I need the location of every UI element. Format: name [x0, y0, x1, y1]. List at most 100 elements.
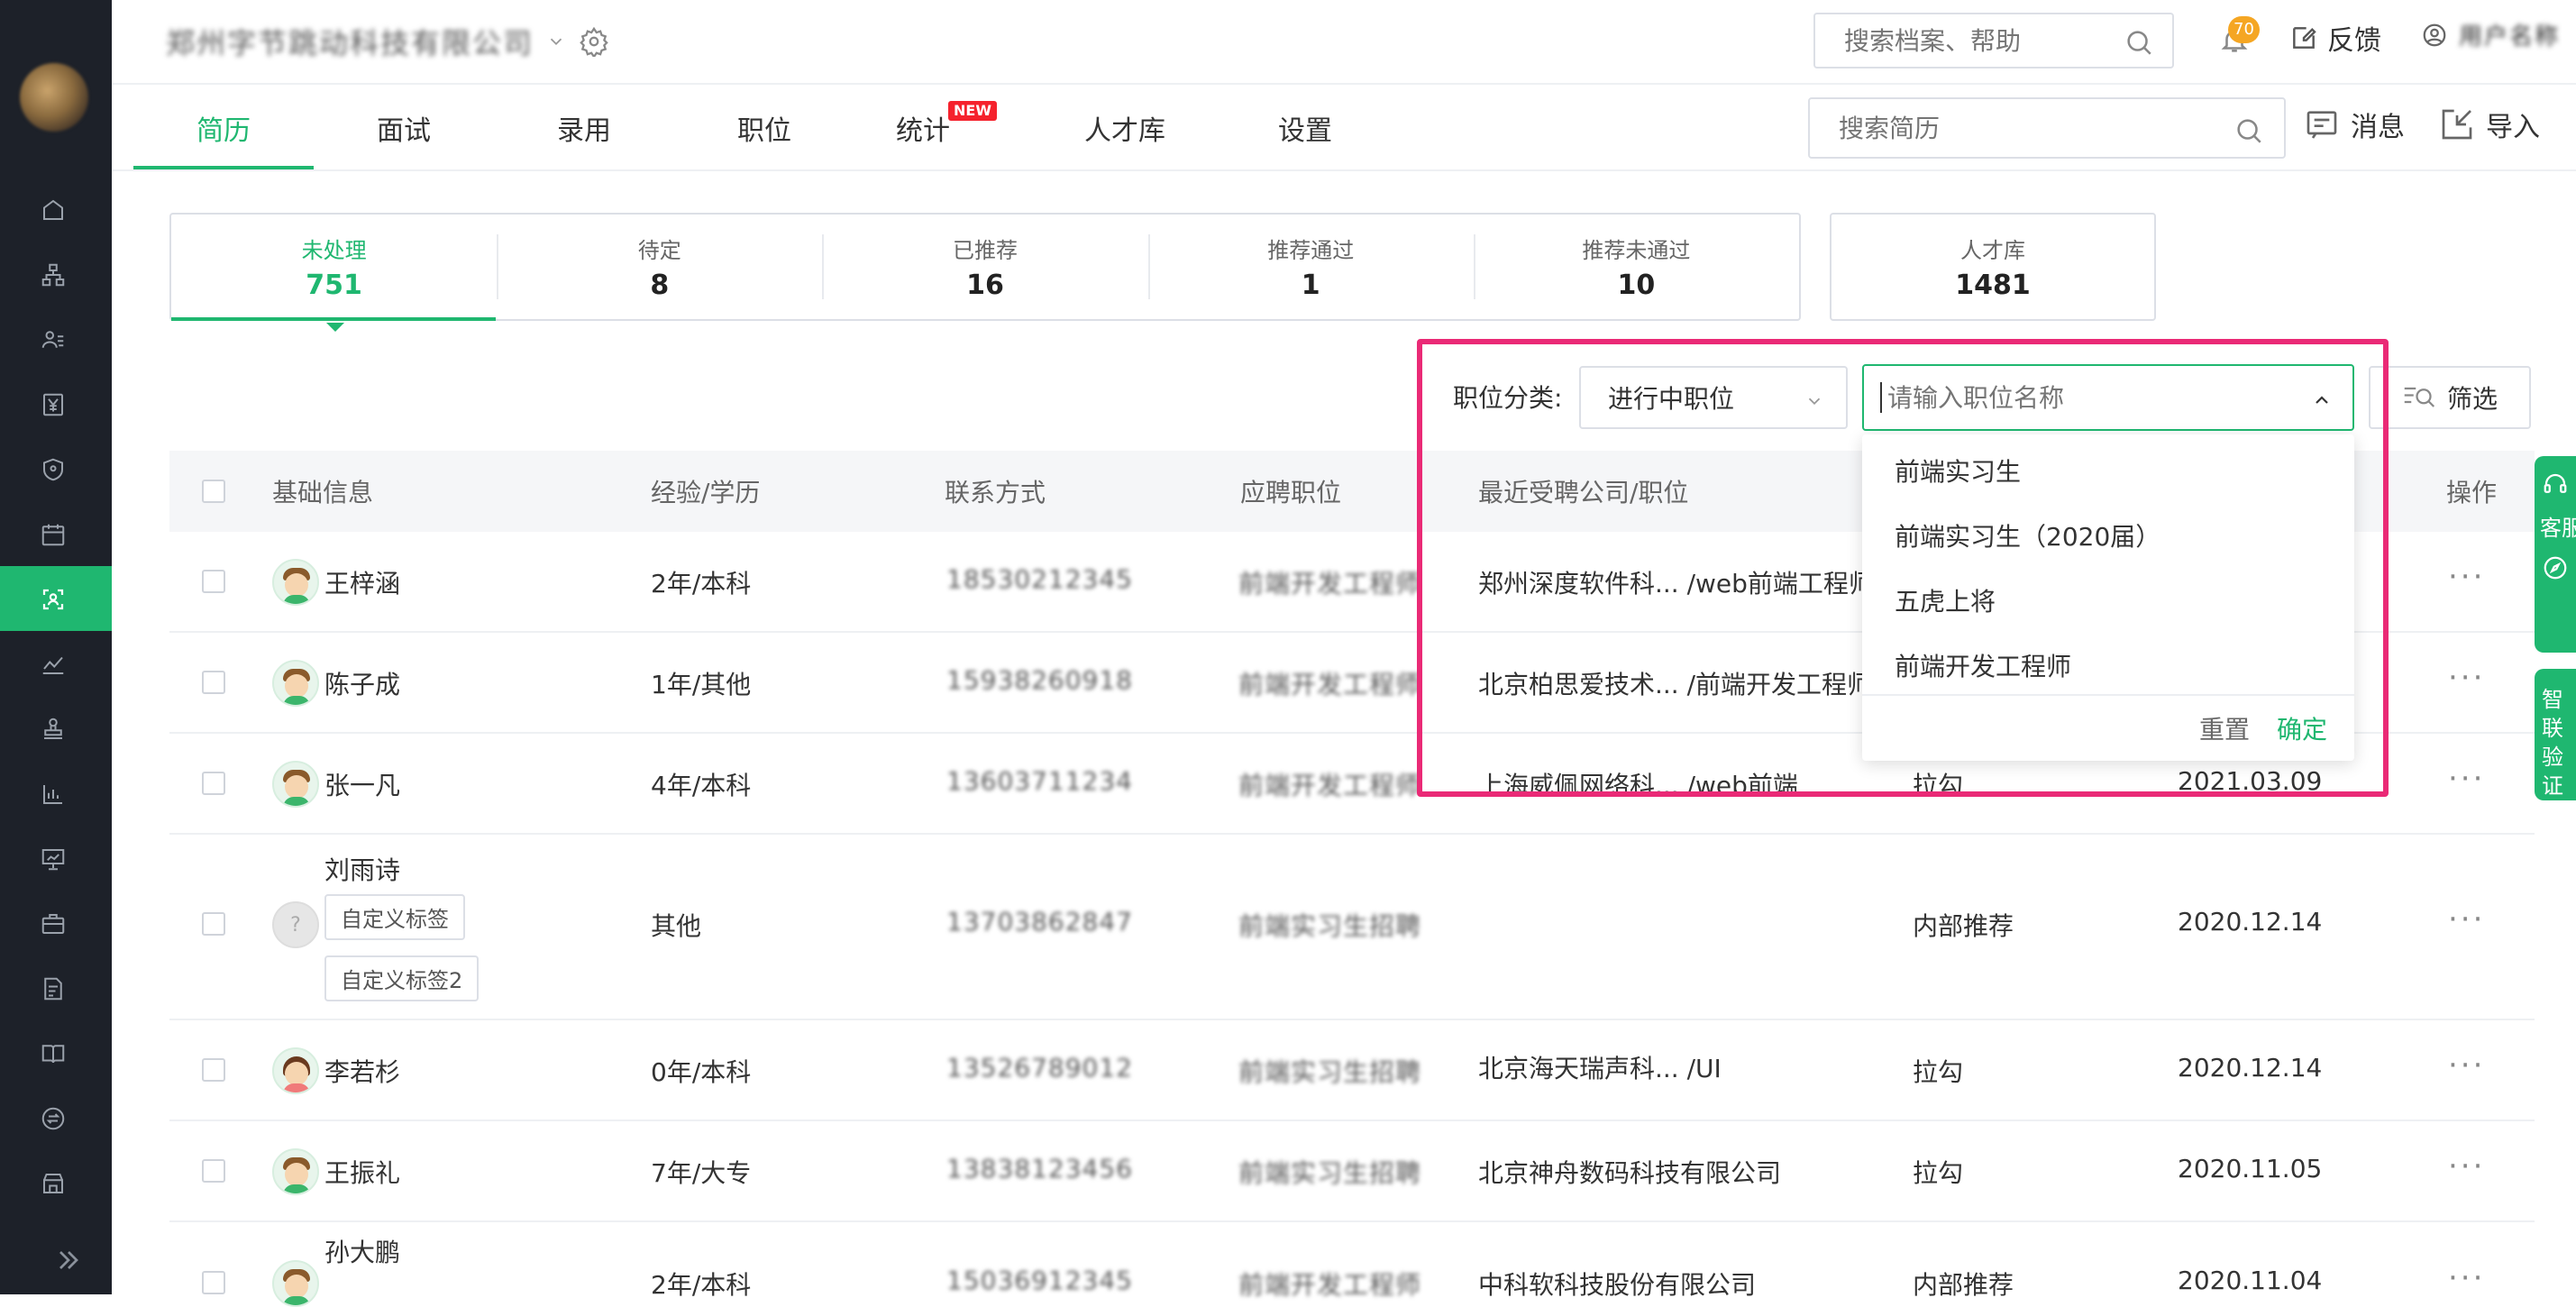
row-checkbox[interactable] — [202, 912, 225, 936]
stat-recommended[interactable]: 已推荐 16 — [822, 215, 1147, 319]
tab-statistics[interactable]: 统计 — [833, 85, 1013, 171]
global-search-field[interactable] — [1813, 13, 2174, 69]
stat-unprocessed[interactable]: 未处理 751 — [171, 215, 497, 332]
messages-button[interactable]: 消息 — [2304, 105, 2405, 144]
apply-date: 2021.03.09 — [2178, 766, 2323, 796]
global-search-input[interactable] — [1842, 24, 2113, 57]
store-icon[interactable] — [36, 1166, 70, 1201]
job-name-field[interactable] — [1862, 364, 2354, 431]
candidate-name[interactable]: 刘雨诗 — [324, 851, 400, 887]
resume-search-input[interactable] — [1837, 112, 2215, 144]
more-actions-button[interactable]: ··· — [2448, 1047, 2485, 1083]
home-icon[interactable] — [36, 193, 70, 227]
presentation-icon[interactable] — [36, 842, 70, 876]
custom-tag[interactable]: 自定义标签 — [324, 894, 465, 940]
table-row[interactable]: 李若杉 0年/本科 13526789012 前端实习生招聘 北京海天瑞声科...… — [169, 1020, 2535, 1121]
search-icon[interactable] — [2233, 115, 2264, 146]
tab-hire[interactable]: 录用 — [494, 85, 674, 171]
tab-positions[interactable]: 职位 — [674, 85, 854, 171]
import-button[interactable]: 导入 — [2439, 105, 2540, 144]
active-stat-indicator — [171, 317, 496, 321]
stat-pending[interactable]: 待定 8 — [497, 215, 822, 319]
exchange-icon[interactable] — [36, 1101, 70, 1136]
dropdown-option[interactable]: 前端实习生（2020届） — [1862, 503, 2354, 568]
job-name-input[interactable] — [1886, 381, 2282, 414]
more-actions-button[interactable]: ··· — [2448, 901, 2485, 937]
yen-icon[interactable] — [36, 388, 70, 422]
resume-search-field[interactable] — [1808, 97, 2286, 159]
active-stat-caret — [326, 323, 344, 332]
row-checkbox[interactable] — [202, 1159, 225, 1183]
dropdown-option[interactable]: 前端开发工程师 — [1862, 633, 2354, 698]
feedback-button[interactable]: 反馈 — [2289, 18, 2381, 58]
stat-recommend-passed[interactable]: 推荐通过 1 — [1147, 215, 1474, 319]
bar-chart-icon[interactable] — [36, 777, 70, 811]
tab-settings[interactable]: 设置 — [1215, 85, 1395, 171]
more-actions-button[interactable]: ··· — [2448, 1148, 2485, 1184]
position-category-select[interactable]: 进行中职位 — [1579, 366, 1848, 429]
candidate-name[interactable]: 王振礼 — [324, 1154, 400, 1190]
company-logo[interactable] — [20, 63, 88, 132]
expand-sidebar-icon[interactable] — [52, 1244, 85, 1276]
users-icon[interactable] — [36, 323, 70, 357]
chevron-down-icon — [1808, 398, 1821, 406]
applied-position: 前端开发工程师 — [1238, 771, 1422, 800]
compass-icon[interactable] — [2542, 554, 2569, 581]
gear-icon[interactable] — [579, 26, 609, 57]
phone: 18530212345 — [946, 564, 1133, 594]
smart-verify-widget[interactable]: 智联验证 — [2535, 669, 2576, 800]
customer-service-widget[interactable]: 客服 — [2535, 456, 2576, 653]
chevron-up-icon[interactable] — [2311, 389, 2333, 411]
row-checkbox[interactable] — [202, 1271, 225, 1294]
stat-recommend-failed[interactable]: 推荐未通过 10 — [1473, 215, 1799, 319]
source-channel: 内部推荐 — [1913, 1270, 2014, 1300]
candidate-name[interactable]: 李若杉 — [324, 1053, 400, 1089]
job-name-dropdown: 前端实习生 前端实习生（2020届） 五虎上将 前端开发工程师 重置 确定 — [1862, 434, 2354, 761]
recent-company: 中科软科技股份有限公司 — [1478, 1270, 1757, 1300]
row-checkbox[interactable] — [202, 1058, 225, 1082]
candidate-name[interactable]: 陈子成 — [324, 665, 400, 701]
briefcase-icon[interactable] — [36, 907, 70, 941]
company-switcher[interactable]: 郑州字节跳动科技有限公司 — [166, 22, 609, 61]
custom-tag[interactable]: 自定义标签2 — [324, 955, 480, 1001]
reset-button[interactable]: 重置 — [2199, 710, 2250, 746]
report-icon[interactable] — [36, 972, 70, 1006]
dropdown-option[interactable]: 五虎上将 — [1862, 568, 2354, 633]
select-all-checkbox[interactable] — [202, 480, 225, 503]
filter-button[interactable]: 筛选 — [2369, 366, 2531, 429]
more-actions-button[interactable]: ··· — [2448, 559, 2485, 595]
tab-talent-pool[interactable]: 人才库 — [1035, 85, 1215, 171]
user-menu[interactable]: 用户名称 — [2421, 18, 2560, 51]
candidate-name[interactable]: 张一凡 — [324, 766, 400, 802]
table-row[interactable]: 孙大鹏 2年/本科 15036912345 前端开发工程师 中科软科技股份有限公… — [169, 1222, 2535, 1307]
tab-resume[interactable]: 简历 — [133, 85, 314, 171]
confirm-button[interactable]: 确定 — [2277, 710, 2327, 746]
avatar — [272, 559, 319, 606]
filter-search-icon — [2404, 387, 2435, 407]
table-row[interactable]: 王振礼 7年/大专 13838123456 前端实习生招聘 北京神舟数码科技有限… — [169, 1121, 2535, 1222]
more-actions-button[interactable]: ··· — [2448, 761, 2485, 797]
resume-scan-icon[interactable] — [36, 582, 70, 617]
experience: 其他 — [651, 911, 702, 941]
applied-position: 前端实习生招聘 — [1238, 1057, 1422, 1087]
tab-interview[interactable]: 面试 — [314, 85, 494, 171]
org-icon[interactable] — [36, 258, 70, 292]
dropdown-option[interactable]: 前端实习生 — [1862, 438, 2354, 503]
book-icon[interactable] — [36, 1037, 70, 1071]
more-actions-button[interactable]: ··· — [2448, 1260, 2485, 1296]
row-checkbox[interactable] — [202, 570, 225, 593]
shield-icon[interactable] — [36, 452, 70, 487]
more-actions-button[interactable]: ··· — [2448, 660, 2485, 696]
calendar-icon[interactable] — [36, 517, 70, 552]
table-row[interactable]: ? 刘雨诗 自定义标签 自定义标签2 其他 13703862847 前端实习生招… — [169, 835, 2535, 1020]
stamp-icon[interactable] — [36, 712, 70, 746]
row-checkbox[interactable] — [202, 772, 225, 795]
notification-count-badge: 70 — [2228, 16, 2260, 43]
line-chart-icon[interactable] — [36, 647, 70, 681]
candidate-name[interactable]: 孙大鹏 — [324, 1233, 400, 1269]
active-tab-indicator — [133, 166, 314, 169]
row-checkbox[interactable] — [202, 671, 225, 694]
search-icon[interactable] — [2124, 27, 2154, 58]
stat-talent-pool[interactable]: 人才库 1481 — [1830, 213, 2156, 321]
candidate-name[interactable]: 王梓涵 — [324, 564, 400, 600]
